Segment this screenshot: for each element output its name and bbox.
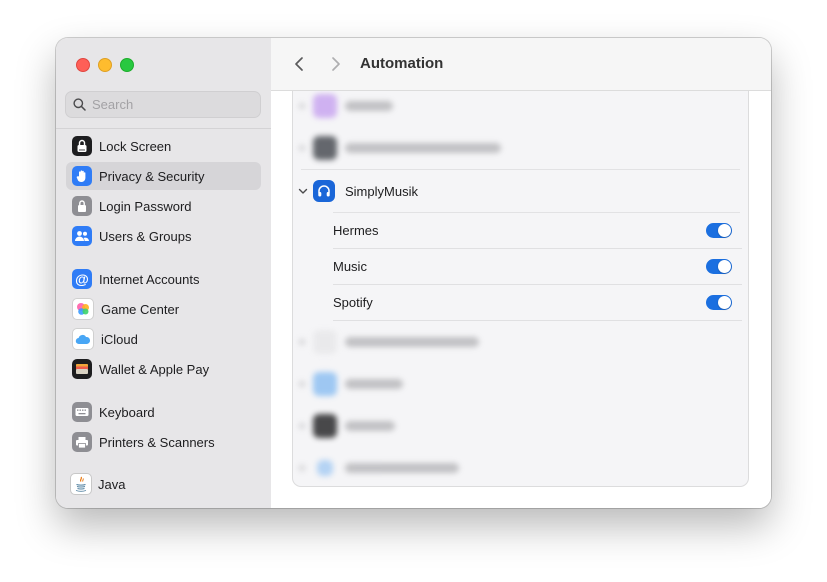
hand-icon xyxy=(72,166,92,186)
music-toggle[interactable] xyxy=(706,259,732,274)
blurred-app-row xyxy=(293,91,748,127)
chevron-down-icon[interactable] xyxy=(296,188,310,195)
blurred-app-row xyxy=(293,321,748,363)
blurred-app-row xyxy=(293,363,748,405)
sidebar-item-internet-accounts[interactable]: @ Internet Accounts xyxy=(66,265,261,293)
permission-row-music: Music xyxy=(333,249,742,285)
sidebar-item-label: Lock Screen xyxy=(99,138,172,154)
lock-screen-icon xyxy=(72,136,92,156)
sidebar-item-login-password[interactable]: Login Password xyxy=(66,192,261,220)
sidebar-item-privacy-security[interactable]: Privacy & Security xyxy=(66,162,261,190)
sidebar-item-label: Wallet & Apple Pay xyxy=(99,361,210,377)
main-content: SimplyMusik Hermes Music Spotify xyxy=(271,91,771,508)
sidebar-item-users-groups[interactable]: Users & Groups xyxy=(66,222,261,250)
page-title: Automation xyxy=(360,55,444,72)
permission-row-spotify: Spotify xyxy=(333,285,742,321)
cloud-icon xyxy=(72,328,94,350)
users-icon xyxy=(72,226,92,246)
app-name: SimplyMusik xyxy=(345,183,418,199)
blurred-app-row xyxy=(293,127,748,169)
sidebar-item-label: iCloud xyxy=(101,331,138,347)
search-field[interactable] xyxy=(65,91,261,118)
search-icon xyxy=(73,98,86,111)
java-icon xyxy=(70,473,92,495)
spotify-toggle[interactable] xyxy=(706,295,732,310)
back-button[interactable] xyxy=(289,54,309,74)
window-controls xyxy=(76,58,134,72)
wallet-icon xyxy=(72,359,92,379)
padlock-icon xyxy=(72,196,92,216)
sidebar-item-keyboard[interactable]: Keyboard xyxy=(66,398,261,426)
close-window-button[interactable] xyxy=(76,58,90,72)
keyboard-icon xyxy=(72,402,92,422)
at-sign-icon: @ xyxy=(72,269,92,289)
sidebar-item-game-center[interactable]: Game Center xyxy=(66,295,261,323)
search-input[interactable] xyxy=(92,97,242,112)
permission-label: Spotify xyxy=(333,295,373,310)
sidebar-divider xyxy=(56,128,271,129)
forward-button[interactable] xyxy=(326,54,346,74)
automation-list: SimplyMusik Hermes Music Spotify xyxy=(292,91,749,487)
chevron-right-icon xyxy=(332,57,340,71)
sidebar-item-lock-screen[interactable]: Lock Screen xyxy=(66,132,261,160)
chevron-left-icon xyxy=(295,57,303,71)
sidebar-item-java[interactable]: Java xyxy=(66,470,261,498)
game-center-icon xyxy=(72,298,94,320)
sidebar-item-label: Internet Accounts xyxy=(99,271,200,287)
printer-icon xyxy=(72,432,92,452)
permission-label: Music xyxy=(333,259,367,274)
permission-label: Hermes xyxy=(333,223,379,238)
sidebar-item-label: Java xyxy=(98,476,126,492)
zoom-window-button[interactable] xyxy=(120,58,134,72)
headphones-icon xyxy=(313,180,335,202)
sidebar-item-wallet-apple-pay[interactable]: Wallet & Apple Pay xyxy=(66,355,261,383)
blurred-app-row xyxy=(293,405,748,447)
sidebar-item-label: Login Password xyxy=(99,198,192,214)
sidebar-item-label: Printers & Scanners xyxy=(99,434,215,450)
sidebar-item-label: Keyboard xyxy=(99,404,155,420)
sidebar-item-printers-scanners[interactable]: Printers & Scanners xyxy=(66,428,261,456)
settings-window: Lock Screen Privacy & Security Login Pas… xyxy=(56,38,771,508)
sidebar-item-label: Game Center xyxy=(101,301,180,317)
blurred-app-row xyxy=(293,447,748,486)
hermes-toggle[interactable] xyxy=(706,223,732,238)
toolbar: Automation xyxy=(271,38,771,91)
app-row-simplymusik[interactable]: SimplyMusik xyxy=(293,170,748,212)
sidebar-item-icloud[interactable]: iCloud xyxy=(66,325,261,353)
sidebar-item-label: Users & Groups xyxy=(99,228,192,244)
sidebar-item-label: Privacy & Security xyxy=(99,168,205,184)
permission-row-hermes: Hermes xyxy=(333,213,742,249)
minimize-window-button[interactable] xyxy=(98,58,112,72)
sidebar: Lock Screen Privacy & Security Login Pas… xyxy=(56,38,272,508)
